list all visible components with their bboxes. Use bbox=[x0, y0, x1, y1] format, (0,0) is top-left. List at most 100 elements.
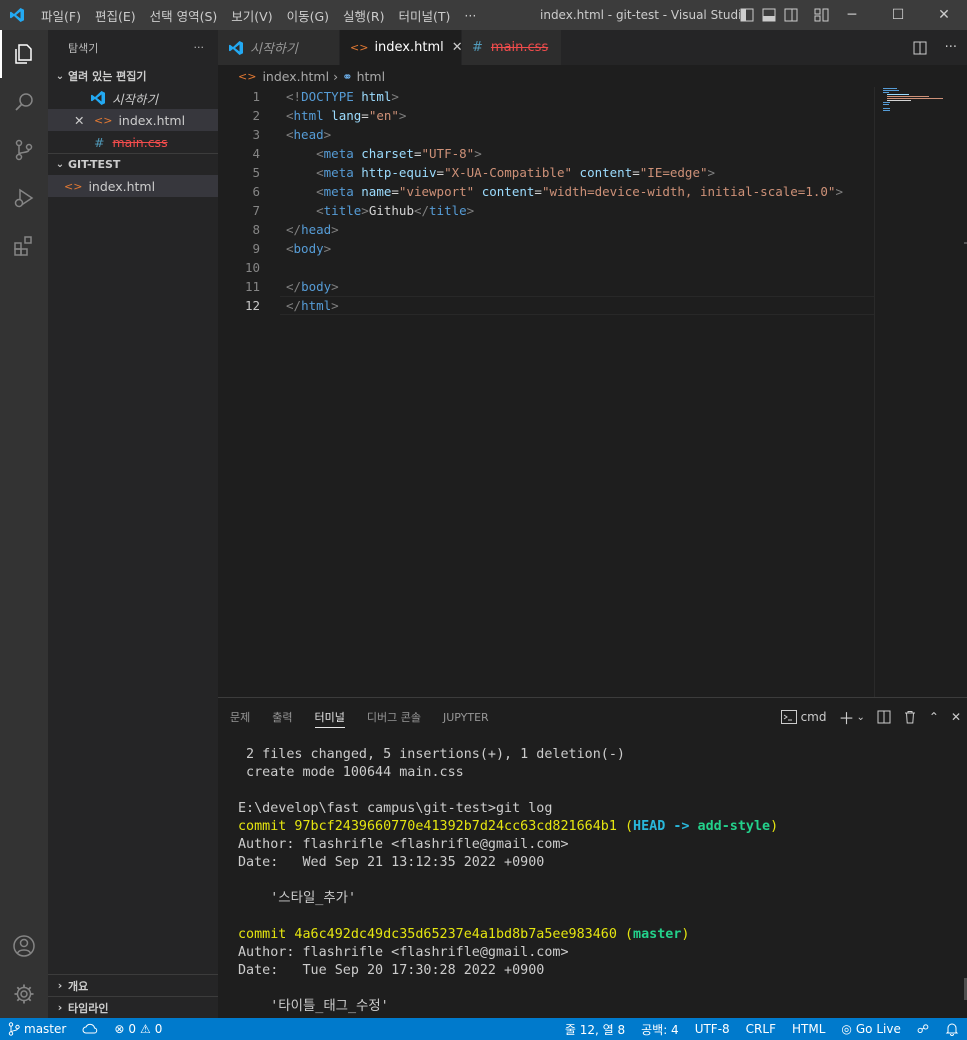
branch-icon bbox=[8, 1022, 20, 1036]
breadcrumb-symbol[interactable]: html bbox=[357, 69, 385, 84]
ref-close: ) bbox=[681, 927, 690, 942]
line-number: 2 bbox=[252, 108, 260, 123]
sync-icon[interactable] bbox=[74, 1023, 106, 1035]
maximize-panel-icon[interactable]: ⌃ bbox=[929, 710, 939, 724]
terminal-line: '타이틀_태그_수정' bbox=[238, 999, 389, 1014]
explorer-sidebar: 탐색기 ··· ⌄ 열려 있는 편집기 시작하기 ✕ <> index.html… bbox=[48, 30, 218, 1018]
open-editors-label: 열려 있는 편집기 bbox=[68, 70, 147, 83]
folder-label: GIT-TEST bbox=[68, 158, 121, 171]
status-bar: master ⊗ 0 ⚠ 0 줄 12, 열 8 공백: 4 UTF-8 CRL… bbox=[0, 1018, 967, 1040]
timeline-section[interactable]: › 타임라인 bbox=[48, 996, 218, 1018]
open-editor-maincss[interactable]: # main.css bbox=[48, 131, 218, 153]
terminal-output[interactable]: 2 files changed, 5 insertions(+), 1 dele… bbox=[238, 746, 778, 1016]
menu-terminal[interactable]: 터미널(T) bbox=[392, 6, 458, 25]
feedback-icon[interactable]: ☍ bbox=[909, 1022, 937, 1036]
tab-index-html[interactable]: <> index.html ✕ bbox=[340, 30, 463, 65]
extensions-icon[interactable] bbox=[0, 222, 48, 270]
explorer-header: 탐색기 ··· bbox=[48, 30, 218, 65]
more-actions-icon[interactable]: ··· bbox=[194, 41, 205, 54]
tab-welcome[interactable]: 시작하기 bbox=[218, 30, 340, 65]
head-ref: HEAD -> bbox=[633, 819, 698, 834]
vscode-icon bbox=[91, 91, 105, 105]
open-editors-section[interactable]: ⌄ 열려 있는 편집기 bbox=[48, 65, 218, 87]
cursor-position[interactable]: 줄 12, 열 8 bbox=[557, 1021, 633, 1038]
line-number: 9 bbox=[252, 241, 260, 256]
editor-actions: ··· bbox=[913, 30, 957, 65]
breadcrumb-file[interactable]: index.html bbox=[262, 69, 329, 84]
folder-section[interactable]: ⌄ GIT-TEST bbox=[48, 153, 218, 175]
tab-main-css[interactable]: # main.css bbox=[462, 30, 562, 65]
toggle-secondary-sidebar-icon[interactable] bbox=[784, 8, 798, 22]
outline-section[interactable]: › 개요 bbox=[48, 974, 218, 996]
notifications-bell-icon[interactable] bbox=[937, 1022, 967, 1036]
terminal-line: E:\develop\fast campus\git-test>git log bbox=[238, 801, 553, 816]
warning-count: 0 bbox=[154, 1022, 163, 1036]
toggle-panel-icon[interactable] bbox=[762, 8, 776, 22]
menu-run[interactable]: 실행(R) bbox=[336, 6, 391, 25]
tab-problems[interactable]: 문제 bbox=[230, 698, 250, 736]
code-line: 8 </head> bbox=[218, 220, 874, 239]
minimize-icon[interactable]: ─ bbox=[829, 0, 875, 30]
tab-output[interactable]: 출력 bbox=[272, 698, 292, 736]
open-editor-label: index.html bbox=[118, 112, 186, 128]
window-controls: ─ ☐ ✕ bbox=[829, 0, 967, 30]
indentation[interactable]: 공백: 4 bbox=[633, 1021, 687, 1038]
line-number: 7 bbox=[252, 203, 260, 218]
search-icon[interactable] bbox=[0, 78, 48, 126]
tab-debug-console[interactable]: 디버그 콘솔 bbox=[367, 698, 421, 736]
terminal-line: '스타일_추가' bbox=[238, 891, 357, 906]
split-editor-icon[interactable] bbox=[913, 41, 927, 55]
source-control-icon[interactable] bbox=[0, 126, 48, 174]
run-debug-icon[interactable] bbox=[0, 174, 48, 222]
chevron-down-icon: ⌄ bbox=[55, 70, 65, 82]
chevron-down-icon[interactable]: ⌄ bbox=[856, 712, 864, 723]
menu-selection[interactable]: 선택 영역(S) bbox=[143, 6, 225, 25]
problems-indicator[interactable]: ⊗ 0 ⚠ 0 bbox=[106, 1022, 170, 1036]
branch-ref: master bbox=[633, 927, 682, 942]
menu-edit[interactable]: 편집(E) bbox=[88, 6, 143, 25]
maximize-icon[interactable]: ☐ bbox=[875, 0, 921, 30]
line-number: 5 bbox=[252, 165, 260, 180]
terminal-line: Date: Tue Sep 20 17:30:28 2022 +0900 bbox=[238, 963, 545, 978]
code-editor[interactable]: 1 <!DOCTYPE html> 2 <html lang="en"> 3 <hea… bbox=[218, 87, 874, 697]
explorer-icon[interactable] bbox=[0, 30, 48, 78]
language-mode[interactable]: HTML bbox=[784, 1022, 833, 1036]
close-panel-icon[interactable]: ✕ bbox=[951, 710, 961, 724]
split-terminal-icon[interactable] bbox=[877, 710, 891, 724]
tab-terminal[interactable]: 터미널 bbox=[314, 698, 346, 736]
terminal-commit-line: commit 97bcf2439660770e41392b7d24cc63cd8… bbox=[238, 818, 778, 836]
line-number: 1 bbox=[252, 89, 260, 104]
close-window-icon[interactable]: ✕ bbox=[921, 0, 967, 30]
toggle-sidebar-icon[interactable] bbox=[740, 8, 754, 22]
file-index-html[interactable]: <> index.html bbox=[48, 175, 218, 197]
menu-more[interactable]: ··· bbox=[457, 8, 483, 23]
eol[interactable]: CRLF bbox=[738, 1022, 784, 1036]
account-icon[interactable] bbox=[0, 922, 48, 970]
encoding[interactable]: UTF-8 bbox=[687, 1022, 738, 1036]
menu-view[interactable]: 보기(V) bbox=[224, 6, 279, 25]
open-editor-welcome[interactable]: 시작하기 bbox=[48, 87, 218, 109]
settings-gear-icon[interactable] bbox=[0, 970, 48, 1018]
tab-label: 시작하기 bbox=[250, 42, 298, 57]
customize-layout-icon[interactable] bbox=[814, 8, 830, 22]
window-title: index.html - git-test - Visual Studio ..… bbox=[540, 8, 740, 22]
code-line: 3 <head> bbox=[218, 125, 874, 144]
trash-icon[interactable] bbox=[903, 710, 917, 724]
more-actions-icon[interactable]: ··· bbox=[945, 40, 957, 55]
open-editor-index[interactable]: ✕ <> index.html bbox=[48, 109, 218, 131]
terminal-shell-selector[interactable]: cmd bbox=[780, 710, 826, 724]
broadcast-icon: ◎ bbox=[841, 1022, 852, 1036]
new-terminal-icon[interactable]: ＋ bbox=[838, 705, 854, 729]
tab-jupyter[interactable]: JUPYTER bbox=[443, 698, 489, 736]
minimap[interactable] bbox=[874, 87, 967, 697]
menu-file[interactable]: 파일(F) bbox=[34, 6, 88, 25]
git-branch[interactable]: master bbox=[0, 1022, 74, 1036]
terminal-line: create mode 100644 main.css bbox=[238, 765, 464, 780]
close-editor-icon[interactable]: ✕ bbox=[74, 113, 90, 128]
code-line: 9 <body> bbox=[218, 239, 874, 258]
file-label: index.html bbox=[88, 178, 156, 194]
go-live-button[interactable]: ◎ Go Live bbox=[833, 1022, 908, 1036]
menu-go[interactable]: 이동(G) bbox=[280, 6, 336, 25]
